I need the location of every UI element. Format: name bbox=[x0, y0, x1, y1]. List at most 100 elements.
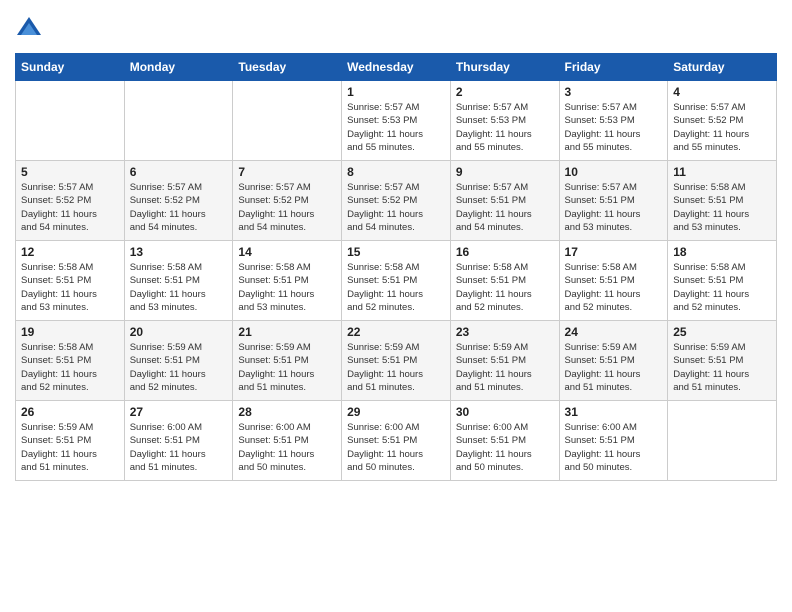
calendar-cell: 5 Sunrise: 5:57 AM Sunset: 5:52 PM Daylig… bbox=[16, 161, 125, 241]
day-number: 24 bbox=[565, 325, 663, 339]
day-number: 14 bbox=[238, 245, 336, 259]
day-info: Sunrise: 5:59 AM Sunset: 5:51 PM Dayligh… bbox=[456, 341, 554, 394]
day-number: 30 bbox=[456, 405, 554, 419]
day-info: Sunrise: 5:59 AM Sunset: 5:51 PM Dayligh… bbox=[21, 421, 119, 474]
day-info: Sunrise: 5:58 AM Sunset: 5:51 PM Dayligh… bbox=[21, 341, 119, 394]
logo-icon bbox=[15, 15, 43, 43]
calendar-cell: 11 Sunrise: 5:58 AM Sunset: 5:51 PM Dayli… bbox=[668, 161, 777, 241]
calendar-cell: 10Sunrise: 5:57 AM Sunset: 5:51 PM Dayli… bbox=[559, 161, 668, 241]
day-number: 28 bbox=[238, 405, 336, 419]
calendar-cell: 20 Sunrise: 5:59 AM Sunset: 5:51 PM Dayli… bbox=[124, 321, 233, 401]
calendar-cell: 27 Sunrise: 6:00 AM Sunset: 5:51 PM Dayli… bbox=[124, 401, 233, 481]
day-number: 20 bbox=[130, 325, 228, 339]
day-info: Sunrise: 5:58 AM Sunset: 5:51 PM Dayligh… bbox=[673, 261, 771, 314]
day-info: Sunrise: 5:58 AM Sunset: 5:51 PM Dayligh… bbox=[673, 181, 771, 234]
page-header bbox=[15, 15, 777, 43]
calendar-week-row: 26 Sunrise: 5:59 AM Sunset: 5:51 PM Dayli… bbox=[16, 401, 777, 481]
day-number: 13 bbox=[130, 245, 228, 259]
calendar-cell: 25 Sunrise: 5:59 AM Sunset: 5:51 PM Dayli… bbox=[668, 321, 777, 401]
calendar-day-header: Thursday bbox=[450, 54, 559, 81]
calendar-cell bbox=[124, 81, 233, 161]
day-info: Sunrise: 5:57 AM Sunset: 5:52 PM Dayligh… bbox=[347, 181, 445, 234]
calendar-cell: 18 Sunrise: 5:58 AM Sunset: 5:51 PM Dayli… bbox=[668, 241, 777, 321]
calendar-cell: 21 Sunrise: 5:59 AM Sunset: 5:51 PM Dayli… bbox=[233, 321, 342, 401]
day-info: Sunrise: 5:57 AM Sunset: 5:52 PM Dayligh… bbox=[673, 101, 771, 154]
day-number: 19 bbox=[21, 325, 119, 339]
calendar-cell: 15Sunrise: 5:58 AM Sunset: 5:51 PM Dayli… bbox=[342, 241, 451, 321]
day-number: 22 bbox=[347, 325, 445, 339]
day-info: Sunrise: 6:00 AM Sunset: 5:51 PM Dayligh… bbox=[130, 421, 228, 474]
day-info: Sunrise: 6:00 AM Sunset: 5:51 PM Dayligh… bbox=[238, 421, 336, 474]
calendar-cell: 24 Sunrise: 5:59 AM Sunset: 5:51 PM Dayli… bbox=[559, 321, 668, 401]
calendar-cell: 31 Sunrise: 6:00 AM Sunset: 5:51 PM Dayli… bbox=[559, 401, 668, 481]
day-info: Sunrise: 5:59 AM Sunset: 5:51 PM Dayligh… bbox=[673, 341, 771, 394]
calendar-week-row: 5 Sunrise: 5:57 AM Sunset: 5:52 PM Daylig… bbox=[16, 161, 777, 241]
day-info: Sunrise: 5:57 AM Sunset: 5:53 PM Dayligh… bbox=[456, 101, 554, 154]
day-info: Sunrise: 5:57 AM Sunset: 5:53 PM Dayligh… bbox=[565, 101, 663, 154]
calendar-cell: 29Sunrise: 6:00 AM Sunset: 5:51 PM Dayli… bbox=[342, 401, 451, 481]
calendar-day-header: Sunday bbox=[16, 54, 125, 81]
day-info: Sunrise: 5:57 AM Sunset: 5:52 PM Dayligh… bbox=[21, 181, 119, 234]
day-info: Sunrise: 5:59 AM Sunset: 5:51 PM Dayligh… bbox=[238, 341, 336, 394]
day-info: Sunrise: 6:00 AM Sunset: 5:51 PM Dayligh… bbox=[565, 421, 663, 474]
day-number: 18 bbox=[673, 245, 771, 259]
day-number: 3 bbox=[565, 85, 663, 99]
day-info: Sunrise: 5:58 AM Sunset: 5:51 PM Dayligh… bbox=[565, 261, 663, 314]
day-number: 29 bbox=[347, 405, 445, 419]
day-info: Sunrise: 5:58 AM Sunset: 5:51 PM Dayligh… bbox=[130, 261, 228, 314]
calendar-week-row: 19 Sunrise: 5:58 AM Sunset: 5:51 PM Dayli… bbox=[16, 321, 777, 401]
calendar-cell: 23 Sunrise: 5:59 AM Sunset: 5:51 PM Dayli… bbox=[450, 321, 559, 401]
day-number: 11 bbox=[673, 165, 771, 179]
calendar-cell bbox=[16, 81, 125, 161]
calendar-cell: 8 Sunrise: 5:57 AM Sunset: 5:52 PM Daylig… bbox=[342, 161, 451, 241]
calendar-cell: 6 Sunrise: 5:57 AM Sunset: 5:52 PM Daylig… bbox=[124, 161, 233, 241]
calendar-cell: 13 Sunrise: 5:58 AM Sunset: 5:51 PM Dayli… bbox=[124, 241, 233, 321]
day-info: Sunrise: 6:00 AM Sunset: 5:51 PM Dayligh… bbox=[456, 421, 554, 474]
calendar-cell: 26 Sunrise: 5:59 AM Sunset: 5:51 PM Dayli… bbox=[16, 401, 125, 481]
day-info: Sunrise: 5:58 AM Sunset: 5:51 PM Dayligh… bbox=[456, 261, 554, 314]
day-info: Sunrise: 5:58 AM Sunset: 5:51 PM Dayligh… bbox=[347, 261, 445, 314]
calendar-cell: 30 Sunrise: 6:00 AM Sunset: 5:51 PM Dayli… bbox=[450, 401, 559, 481]
day-info: Sunrise: 5:57 AM Sunset: 5:52 PM Dayligh… bbox=[238, 181, 336, 234]
calendar-cell bbox=[233, 81, 342, 161]
day-number: 2 bbox=[456, 85, 554, 99]
day-number: 27 bbox=[130, 405, 228, 419]
calendar-cell: 14Sunrise: 5:58 AM Sunset: 5:51 PM Dayli… bbox=[233, 241, 342, 321]
day-number: 31 bbox=[565, 405, 663, 419]
calendar-day-header: Monday bbox=[124, 54, 233, 81]
calendar-cell: 17Sunrise: 5:58 AM Sunset: 5:51 PM Dayli… bbox=[559, 241, 668, 321]
day-number: 1 bbox=[347, 85, 445, 99]
calendar-day-header: Saturday bbox=[668, 54, 777, 81]
day-number: 6 bbox=[130, 165, 228, 179]
calendar-cell: 7 Sunrise: 5:57 AM Sunset: 5:52 PM Daylig… bbox=[233, 161, 342, 241]
calendar-cell: 4 Sunrise: 5:57 AM Sunset: 5:52 PM Daylig… bbox=[668, 81, 777, 161]
calendar-week-row: 1 Sunrise: 5:57 AM Sunset: 5:53 PM Daylig… bbox=[16, 81, 777, 161]
day-number: 23 bbox=[456, 325, 554, 339]
calendar-cell: 19 Sunrise: 5:58 AM Sunset: 5:51 PM Dayli… bbox=[16, 321, 125, 401]
day-info: Sunrise: 5:58 AM Sunset: 5:51 PM Dayligh… bbox=[21, 261, 119, 314]
calendar-cell: 9Sunrise: 5:57 AM Sunset: 5:51 PM Daylig… bbox=[450, 161, 559, 241]
calendar-table: SundayMondayTuesdayWednesdayThursdayFrid… bbox=[15, 53, 777, 481]
day-number: 7 bbox=[238, 165, 336, 179]
day-number: 21 bbox=[238, 325, 336, 339]
day-info: Sunrise: 5:59 AM Sunset: 5:51 PM Dayligh… bbox=[565, 341, 663, 394]
calendar-cell bbox=[668, 401, 777, 481]
day-info: Sunrise: 5:57 AM Sunset: 5:51 PM Dayligh… bbox=[456, 181, 554, 234]
day-number: 16 bbox=[456, 245, 554, 259]
calendar-cell: 22 Sunrise: 5:59 AM Sunset: 5:51 PM Dayli… bbox=[342, 321, 451, 401]
calendar-cell: 16 Sunrise: 5:58 AM Sunset: 5:51 PM Dayli… bbox=[450, 241, 559, 321]
day-number: 26 bbox=[21, 405, 119, 419]
day-number: 8 bbox=[347, 165, 445, 179]
day-info: Sunrise: 5:59 AM Sunset: 5:51 PM Dayligh… bbox=[130, 341, 228, 394]
day-number: 12 bbox=[21, 245, 119, 259]
day-number: 10 bbox=[565, 165, 663, 179]
day-number: 4 bbox=[673, 85, 771, 99]
calendar-cell: 3 Sunrise: 5:57 AM Sunset: 5:53 PM Daylig… bbox=[559, 81, 668, 161]
calendar-day-header: Wednesday bbox=[342, 54, 451, 81]
day-number: 25 bbox=[673, 325, 771, 339]
calendar-day-header: Tuesday bbox=[233, 54, 342, 81]
calendar-cell: 1Sunrise: 5:57 AM Sunset: 5:53 PM Daylig… bbox=[342, 81, 451, 161]
day-number: 5 bbox=[21, 165, 119, 179]
day-info: Sunrise: 5:59 AM Sunset: 5:51 PM Dayligh… bbox=[347, 341, 445, 394]
day-info: Sunrise: 5:57 AM Sunset: 5:52 PM Dayligh… bbox=[130, 181, 228, 234]
